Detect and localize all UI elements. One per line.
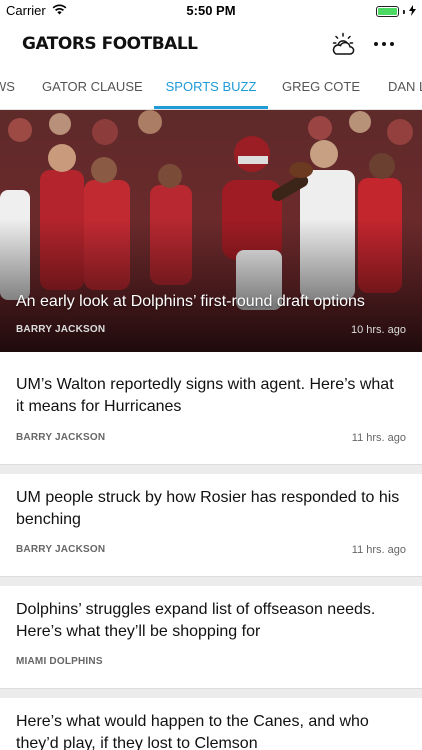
app-title: GATORS FOOTBALL [22, 34, 198, 54]
tab-sports-buzz[interactable]: SPORTS BUZZ [154, 72, 268, 109]
app-header: GATORS FOOTBALL [0, 22, 422, 66]
story-title[interactable]: Dolphins’ struggles expand list of offse… [16, 599, 406, 643]
list-item[interactable]: UM’s Walton reportedly signs with agent.… [0, 352, 422, 464]
hero-story[interactable]: An early look at Dolphins’ first-round d… [0, 110, 422, 352]
story-title[interactable]: Here’s what would happen to the Canes, a… [16, 711, 406, 750]
list-item[interactable]: Dolphins’ struggles expand list of offse… [0, 586, 422, 688]
tab-gator-clause[interactable]: GATOR CLAUSE [42, 72, 143, 109]
more-dot [382, 42, 386, 46]
hero-title[interactable]: An early look at Dolphins’ first-round d… [16, 293, 412, 311]
hero-image [0, 110, 422, 352]
more-dots-icon[interactable] [372, 34, 396, 54]
hero-author: BARRY JACKSON [16, 324, 106, 335]
story-timestamp: 11 hrs. ago [351, 432, 406, 444]
status-time: 5:50 PM [186, 3, 236, 18]
tab-greg-cote[interactable]: GREG COTE [280, 72, 362, 109]
status-bar: Carrier 5:50 PM [0, 0, 422, 22]
battery-tip [403, 9, 405, 14]
separator [0, 576, 422, 586]
story-author: BARRY JACKSON [16, 432, 106, 443]
section-tabs: WS GATOR CLAUSE SPORTS BUZZ GREG COTE DA… [0, 72, 422, 110]
more-dot [374, 42, 378, 46]
list-item[interactable]: Here’s what would happen to the Canes, a… [0, 698, 422, 750]
battery-icon [376, 6, 399, 17]
tab-dan[interactable]: DAN L [388, 72, 422, 109]
status-right [376, 4, 416, 19]
story-title[interactable]: UM’s Walton reportedly signs with agent.… [16, 374, 406, 418]
story-author: MIAMI DOLPHINS [16, 656, 103, 667]
charging-icon [409, 4, 416, 19]
weather-cloud-sun-icon[interactable] [330, 32, 356, 56]
separator [0, 688, 422, 698]
more-dot [390, 42, 394, 46]
tab-news[interactable]: WS [0, 72, 15, 109]
story-timestamp: 11 hrs. ago [351, 544, 406, 556]
story-title[interactable]: UM people struck by how Rosier has respo… [16, 487, 406, 531]
story-author: BARRY JACKSON [16, 544, 106, 555]
hero-timestamp: 10 hrs. ago [350, 324, 406, 336]
list-item[interactable]: UM people struck by how Rosier has respo… [0, 474, 422, 576]
battery-fill [378, 8, 397, 15]
separator [0, 464, 422, 474]
